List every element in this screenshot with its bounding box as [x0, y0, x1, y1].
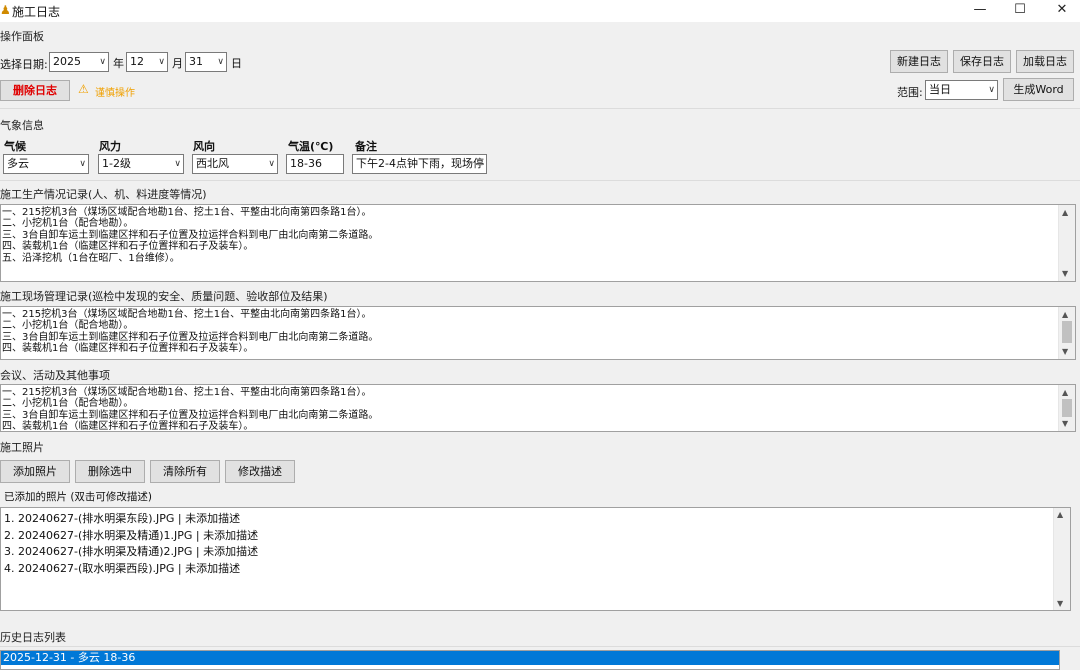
vertical-scrollbar[interactable]: ▲ ▼: [1058, 307, 1075, 359]
year-select[interactable]: 2025 ∨: [49, 52, 109, 72]
direction-select[interactable]: 西北风 ∨: [192, 154, 278, 174]
save-log-button[interactable]: 保存日志: [953, 50, 1011, 73]
history-list-item[interactable]: 2025-12-31 - 多云 18-36: [1, 651, 1059, 665]
day-value: 31: [189, 55, 203, 68]
note-label: 备注: [355, 140, 377, 153]
scrollbar-thumb[interactable]: [1062, 321, 1072, 343]
temperature-input[interactable]: 18-36: [286, 154, 344, 174]
warning-text: 谨慎操作: [95, 88, 135, 99]
text-line: 二、小挖机1台（配合地勘）。: [2, 218, 134, 230]
delete-selected-button[interactable]: 删除选中: [75, 460, 145, 483]
chevron-down-icon: ∨: [174, 159, 181, 169]
month-select[interactable]: 12 ∨: [126, 52, 168, 72]
year-value: 2025: [53, 55, 81, 68]
photos-group-title: 施工照片: [0, 441, 44, 454]
range-select[interactable]: 当日 ∨: [925, 80, 998, 100]
chevron-down-icon: ∨: [217, 57, 224, 67]
close-button[interactable]: ✕: [1040, 0, 1080, 20]
chevron-up-icon[interactable]: ▲: [1062, 207, 1068, 218]
scrollbar-thumb[interactable]: [1062, 399, 1072, 417]
text-line: 四、装载机1台（临建区拌和石子位置拌和石子及装车）。: [2, 241, 254, 253]
photo-list-item[interactable]: 1. 20240627-(排水明渠东段).JPG | 未添加描述: [1, 511, 1070, 528]
weather-value: 多云: [7, 157, 29, 170]
wind-label: 风力: [99, 140, 121, 153]
text-line: 四、装载机1台（临建区拌和石子位置拌和石子及装车）。: [2, 421, 254, 432]
chevron-down-icon: ∨: [79, 159, 86, 169]
photo-list-item[interactable]: 2. 20240627-(排水明渠及精通)1.JPG | 未添加描述: [1, 528, 1070, 545]
construction-icon: ♟: [0, 3, 11, 17]
divider: [0, 108, 1080, 109]
production-textarea[interactable]: 一、215挖机3台（煤场区域配合地勘1台、挖土1台、平整由北向南第四条路1台）。…: [0, 204, 1076, 282]
weather-select[interactable]: 多云 ∨: [3, 154, 89, 174]
text-line: 一、215挖机3台（煤场区域配合地勘1台、挖土1台、平整由北向南第四条路1台）。: [2, 309, 372, 320]
chevron-up-icon[interactable]: ▲: [1062, 387, 1068, 398]
maximize-button[interactable]: ☐: [998, 0, 1042, 20]
chevron-up-icon[interactable]: ▲: [1062, 309, 1068, 320]
minimize-button[interactable]: —: [958, 0, 1002, 20]
day-unit: 日: [231, 57, 242, 70]
delete-log-button[interactable]: 删除日志: [0, 80, 70, 101]
window-title: 施工日志: [12, 5, 61, 19]
clear-all-button[interactable]: 清除所有: [150, 460, 220, 483]
chevron-down-icon[interactable]: ▼: [1062, 418, 1068, 429]
year-unit: 年: [113, 57, 124, 70]
chevron-down-icon: ∨: [158, 57, 165, 67]
add-photo-button[interactable]: 添加照片: [0, 460, 70, 483]
wind-select[interactable]: 1-2级 ∨: [98, 154, 184, 174]
title-bar: ♟ 施工日志 — ☐ ✕: [0, 0, 1080, 22]
chevron-down-icon: ∨: [268, 159, 275, 169]
chevron-down-icon[interactable]: ▼: [1062, 346, 1068, 357]
text-line: 二、小挖机1台（配合地勘）。: [2, 320, 134, 332]
photo-listbox[interactable]: 1. 20240627-(排水明渠东段).JPG | 未添加描述 2. 2024…: [0, 507, 1071, 611]
meetings-group-title: 会议、活动及其他事项: [0, 369, 110, 382]
new-log-button[interactable]: 新建日志: [890, 50, 948, 73]
operation-panel-title: 操作面板: [0, 30, 44, 43]
range-label: 范围:: [897, 86, 923, 99]
text-line: 三、3台自卸车运土到临建区拌和石子位置及拉运拌合料到电厂由北向南第二条道路。: [2, 331, 379, 343]
weather-group-title: 气象信息: [0, 119, 44, 132]
chevron-down-icon: ∨: [99, 57, 106, 67]
vertical-scrollbar[interactable]: ▲ ▼: [1058, 385, 1075, 431]
direction-label: 风向: [193, 140, 215, 153]
vertical-scrollbar[interactable]: ▲ ▼: [1053, 508, 1070, 610]
management-group-title: 施工现场管理记录(巡检中发现的安全、质量问题、验收部位及结果): [0, 290, 328, 303]
chevron-down-icon[interactable]: ▼: [1062, 268, 1068, 279]
day-select[interactable]: 31 ∨: [185, 52, 227, 72]
photo-list-item[interactable]: 3. 20240627-(排水明渠及精通)2.JPG | 未添加描述: [1, 544, 1070, 561]
temperature-label: 气温(℃): [288, 140, 334, 153]
history-listbox[interactable]: 2025-12-31 - 多云 18-36: [0, 650, 1060, 670]
load-log-button[interactable]: 加载日志: [1016, 50, 1074, 73]
weather-label: 气候: [4, 140, 26, 153]
divider: [0, 180, 1080, 181]
chevron-down-icon[interactable]: ▼: [1057, 599, 1063, 608]
photo-list-label: 已添加的照片 (双击可修改描述): [4, 491, 153, 503]
month-value: 12: [130, 55, 144, 68]
text-line: 一、215挖机3台（煤场区域配合地勘1台、挖土1台、平整由北向南第四条路1台）。: [2, 387, 372, 398]
generate-word-button[interactable]: 生成Word: [1003, 78, 1074, 101]
meetings-textarea[interactable]: 一、215挖机3台（煤场区域配合地勘1台、挖土1台、平整由北向南第四条路1台）。…: [0, 384, 1076, 432]
text-line: 二、小挖机1台（配合地勘）。: [2, 398, 134, 410]
production-group-title: 施工生产情况记录(人、机、料进度等情况): [0, 188, 207, 201]
text-line: 一、215挖机3台（煤场区域配合地勘1台、挖土1台、平整由北向南第四条路1台）。: [2, 207, 372, 218]
wind-value: 1-2级: [102, 157, 131, 170]
vertical-scrollbar[interactable]: ▲ ▼: [1058, 205, 1075, 281]
note-input[interactable]: 下午2-4点钟下雨，现场停: [352, 154, 487, 174]
history-group-title: 历史日志列表: [0, 631, 66, 644]
month-unit: 月: [172, 57, 183, 70]
chevron-up-icon[interactable]: ▲: [1057, 510, 1063, 519]
edit-description-button[interactable]: 修改描述: [225, 460, 295, 483]
text-line: 三、3台自卸车运土到临建区拌和石子位置及拉运拌合料到电厂由北向南第二条道路。: [2, 409, 379, 421]
text-line: 四、装载机1台（临建区拌和石子位置拌和石子及装车）。: [2, 343, 254, 355]
range-value: 当日: [929, 83, 951, 96]
chevron-down-icon: ∨: [988, 85, 995, 95]
warning-icon: ⚠: [78, 82, 89, 96]
date-label: 选择日期:: [0, 58, 48, 71]
photo-list-item[interactable]: 4. 20240627-(取水明渠西段).JPG | 未添加描述: [1, 561, 1070, 578]
direction-value: 西北风: [196, 157, 229, 170]
divider: [0, 646, 1080, 647]
text-line: 三、3台自卸车运土到临建区拌和石子位置及拉运拌合料到电厂由北向南第二条道路。: [2, 229, 379, 241]
text-line: 五、沿泽挖机（1台在昭厂、1台维修）。: [2, 252, 180, 264]
management-textarea[interactable]: 一、215挖机3台（煤场区域配合地勘1台、挖土1台、平整由北向南第四条路1台）。…: [0, 306, 1076, 360]
